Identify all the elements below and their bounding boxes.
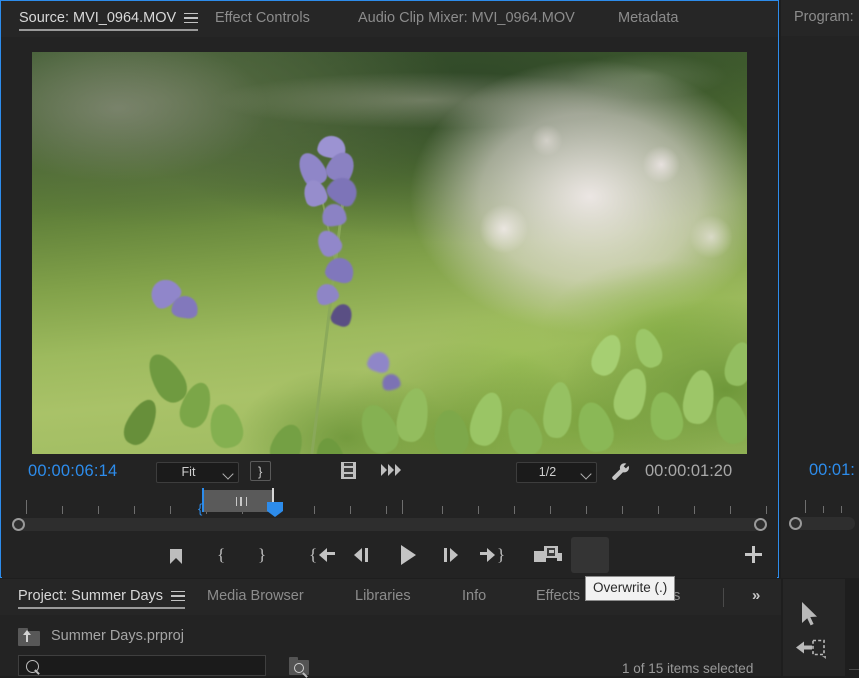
tab-libraries-label: Libraries — [355, 588, 411, 604]
go-to-in-icon: { — [309, 546, 317, 563]
tab-effect-controls-label: Effect Controls — [215, 10, 310, 26]
tools-panel-edge — [845, 579, 859, 676]
zoom-level-value: Fit — [157, 463, 220, 482]
cursor-arrow-icon — [801, 601, 821, 627]
wrench-glyph — [611, 462, 631, 481]
play-stop-button[interactable] — [388, 537, 426, 573]
brace-icon: } — [258, 464, 262, 479]
marker-icon — [170, 549, 182, 558]
insert-button[interactable] — [528, 537, 566, 573]
duration-timecode[interactable]: 00:00:01:20 — [645, 462, 732, 481]
find-button[interactable] — [289, 657, 309, 675]
tab-effects[interactable]: Effects — [536, 579, 580, 615]
transport-controls: { } { } — [2, 534, 777, 578]
chevron-down-icon — [580, 468, 591, 479]
range-grip-icon — [236, 497, 247, 506]
mark-out-icon: } — [258, 546, 266, 563]
program-tab-bar: Program: — [781, 0, 859, 36]
step-forward-button[interactable] — [432, 537, 470, 573]
settings-wrench-icon[interactable] — [611, 462, 631, 481]
project-file-label[interactable]: Summer Days.prproj — [51, 628, 184, 644]
ripple-edit-tool[interactable] — [795, 637, 827, 659]
search-input[interactable] — [18, 655, 266, 676]
multicam-icon[interactable] — [381, 464, 403, 477]
zoom-level-select[interactable]: Fit — [156, 462, 239, 483]
tab-audio-clip-mixer[interactable]: Audio Clip Mixer: MVI_0964.MOV — [358, 1, 575, 37]
tab-metadata-label: Metadata — [618, 10, 678, 26]
tab-effects-label: Effects — [536, 588, 580, 604]
mark-in-icon: { — [217, 546, 225, 563]
zoom-handle-left[interactable] — [12, 518, 25, 531]
tab-active-underline — [19, 29, 198, 31]
tab-overflow-button[interactable]: » — [752, 587, 759, 604]
ripple-edit-icon — [795, 637, 827, 659]
source-video-preview[interactable] — [32, 52, 747, 454]
tools-panel — [783, 579, 845, 676]
go-to-in-button[interactable]: { — [303, 537, 341, 573]
tab-metadata[interactable]: Metadata — [618, 1, 678, 37]
zoom-scrollbar[interactable] — [18, 518, 761, 531]
program-monitor-panel: Program: 00:01: — [781, 0, 859, 578]
export-frame-button[interactable] — [615, 537, 653, 573]
selection-status-label: 1 of 15 items selected — [622, 661, 753, 676]
source-tab-bar: Source: MVI_0964.MOV Effect Controls Aud… — [1, 1, 778, 37]
playback-resolution-select[interactable]: 1/2 — [516, 462, 597, 483]
play-icon — [401, 545, 416, 565]
mark-out-button[interactable]: } — [244, 537, 282, 573]
export-frame-icon[interactable] — [341, 462, 356, 479]
tab-libraries[interactable]: Libraries — [355, 579, 411, 615]
tab-audio-clip-mixer-label: Audio Clip Mixer: MVI_0964.MOV — [358, 10, 575, 26]
tab-media-browser-label: Media Browser — [207, 588, 304, 604]
button-editor-button[interactable] — [735, 537, 771, 573]
program-zoom-scrollbar[interactable] — [795, 517, 855, 530]
go-to-out-button[interactable]: } — [473, 537, 511, 573]
tab-active-underline — [18, 607, 185, 609]
program-timeline-ticks — [781, 499, 859, 513]
search-icon — [26, 660, 39, 673]
add-marker-button[interactable] — [157, 537, 195, 573]
source-monitor-panel: Source: MVI_0964.MOV Effect Controls Aud… — [0, 0, 779, 578]
chevron-down-icon — [222, 468, 233, 479]
go-to-out-icon: } — [497, 546, 505, 563]
tab-media-browser[interactable]: Media Browser — [207, 579, 304, 615]
playhead-marker[interactable] — [267, 502, 283, 516]
tooltip-overwrite: Overwrite (.) — [585, 576, 675, 601]
timeline-ticks — [2, 500, 777, 514]
playback-resolution-value: 1/2 — [517, 463, 578, 482]
program-timecode[interactable]: 00:01: — [809, 461, 855, 480]
tab-program[interactable]: Program: — [794, 0, 854, 36]
tab-source-label: Source: MVI_0964.MOV — [19, 10, 176, 26]
in-out-range-bar[interactable] — [202, 490, 274, 512]
tab-source[interactable]: Source: MVI_0964.MOV — [19, 1, 198, 37]
mark-in-button[interactable]: { — [203, 537, 241, 573]
program-zoom-handle-left[interactable] — [789, 517, 802, 530]
tab-info-label: Info — [462, 588, 486, 604]
selection-tool[interactable] — [801, 601, 821, 625]
panel-menu-icon[interactable] — [171, 591, 185, 602]
tab-project[interactable]: Project: Summer Days — [18, 579, 185, 615]
tab-effect-controls[interactable]: Effect Controls — [215, 1, 310, 37]
overwrite-button[interactable] — [571, 537, 609, 573]
playhead-timecode[interactable]: 00:00:06:14 — [28, 462, 117, 481]
tab-divider — [723, 588, 724, 607]
tab-program-label: Program: — [794, 9, 854, 25]
zoom-handle-right[interactable] — [754, 518, 767, 531]
source-scrubber[interactable]: { — [2, 490, 777, 534]
step-back-button[interactable] — [343, 537, 381, 573]
select-zoom-level-button[interactable]: } — [250, 461, 271, 481]
find-icon — [294, 663, 304, 673]
tab-project-label: Project: Summer Days — [18, 588, 163, 604]
in-point-bracket-icon: { — [198, 502, 202, 515]
tab-info[interactable]: Info — [462, 579, 486, 615]
panel-menu-icon[interactable] — [184, 13, 198, 24]
folder-up-icon[interactable] — [18, 628, 40, 646]
